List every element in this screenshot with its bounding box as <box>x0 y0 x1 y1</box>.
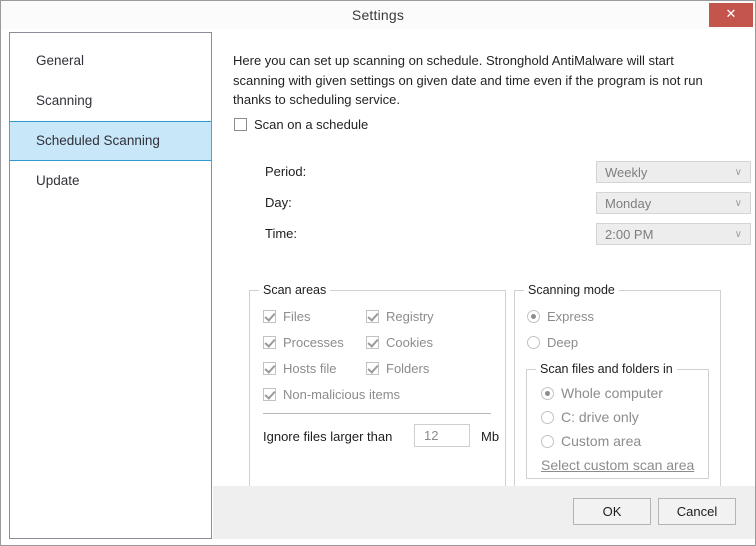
close-icon[interactable]: ✕ <box>709 3 753 27</box>
checkbox-icon <box>366 362 379 375</box>
period-label: Period: <box>265 164 307 179</box>
period-row: Period: Weekly ∨ <box>243 161 751 183</box>
checkbox-registry[interactable]: Registry <box>366 309 434 324</box>
chevron-down-icon: ∨ <box>734 229 742 240</box>
period-value: Weekly <box>605 165 648 180</box>
ignore-files-input[interactable]: 12 <box>414 424 470 447</box>
checkbox-icon <box>263 388 276 401</box>
radio-icon <box>527 336 540 349</box>
ok-button[interactable]: OK <box>573 498 651 525</box>
checkbox-label: Cookies <box>386 335 433 350</box>
radio-label: Deep <box>547 335 579 350</box>
checkbox-icon <box>263 336 276 349</box>
scan-on-schedule-label: Scan on a schedule <box>254 117 369 132</box>
radio-label: Express <box>547 309 594 324</box>
radio-c-drive-only[interactable]: C: drive only <box>541 409 639 425</box>
checkbox-label: Hosts file <box>283 361 337 376</box>
radio-icon <box>541 387 554 400</box>
title-bar: Settings ✕ <box>1 1 755 29</box>
radio-label: Custom area <box>561 433 642 449</box>
radio-express[interactable]: Express <box>527 309 594 324</box>
time-value: 2:00 PM <box>605 227 654 242</box>
checkbox-icon <box>366 336 379 349</box>
checkbox-non-malicious-items[interactable]: Non-malicious items <box>263 387 400 402</box>
scan-areas-group: Scan areas Files Registry Processes Cook… <box>249 283 506 496</box>
window-title: Settings <box>351 7 405 23</box>
checkbox-label: Folders <box>386 361 430 376</box>
time-row: Time: 2:00 PM ∨ <box>243 223 751 245</box>
scan-areas-legend: Scan areas <box>259 283 331 297</box>
cancel-button[interactable]: Cancel <box>658 498 736 525</box>
scan-files-group: Scan files and folders in Whole computer… <box>526 362 709 479</box>
time-dropdown[interactable]: 2:00 PM ∨ <box>596 223 751 245</box>
checkbox-cookies[interactable]: Cookies <box>366 335 433 350</box>
checkbox-label: Files <box>283 309 311 324</box>
checkbox-label: Non-malicious items <box>283 387 401 402</box>
scan-files-legend: Scan files and folders in <box>536 362 677 376</box>
checkbox-icon <box>234 118 247 131</box>
day-dropdown[interactable]: Monday ∨ <box>596 192 751 214</box>
period-dropdown[interactable]: Weekly ∨ <box>596 161 751 183</box>
ignore-files-label: Ignore files larger than <box>263 429 393 444</box>
settings-dialog: Settings ✕ General Scanning Scheduled Sc… <box>0 0 756 546</box>
day-value: Monday <box>605 196 652 211</box>
checkbox-files[interactable]: Files <box>263 309 310 324</box>
settings-sidebar: General Scanning Scheduled Scanning Upda… <box>9 32 212 539</box>
day-label: Day: <box>265 195 292 210</box>
day-row: Day: Monday ∨ <box>243 192 751 214</box>
sidebar-item-update[interactable]: Update <box>10 161 211 201</box>
checkbox-icon <box>263 310 276 323</box>
time-label: Time: <box>265 226 298 241</box>
ignore-files-value: 12 <box>424 428 439 443</box>
sidebar-item-general[interactable]: General <box>10 41 211 81</box>
radio-custom-area[interactable]: Custom area <box>541 433 641 449</box>
radio-label: Whole computer <box>561 385 663 401</box>
scanning-mode-legend: Scanning mode <box>524 283 619 297</box>
checkbox-label: Processes <box>283 335 344 350</box>
select-custom-scan-area-link[interactable]: Select custom scan area <box>541 457 694 473</box>
checkbox-label: Registry <box>386 309 434 324</box>
scan-on-schedule-checkbox[interactable]: Scan on a schedule <box>234 117 368 135</box>
scanning-mode-group: Scanning mode Express Deep Scan files an… <box>514 283 721 496</box>
radio-icon <box>541 411 554 424</box>
sidebar-item-scheduled-scanning[interactable]: Scheduled Scanning <box>10 121 211 161</box>
radio-icon <box>541 435 554 448</box>
dialog-footer: OK Cancel <box>213 486 755 539</box>
checkbox-icon <box>366 310 379 323</box>
sidebar-item-scanning[interactable]: Scanning <box>10 81 211 121</box>
radio-icon <box>527 310 540 323</box>
chevron-down-icon: ∨ <box>734 198 742 209</box>
checkbox-processes[interactable]: Processes <box>263 335 344 350</box>
dialog-body: General Scanning Scheduled Scanning Upda… <box>1 29 755 545</box>
ignore-files-unit: Mb <box>481 429 500 444</box>
radio-label: C: drive only <box>561 409 639 425</box>
checkbox-hosts-file[interactable]: Hosts file <box>263 361 336 376</box>
chevron-down-icon: ∨ <box>734 167 742 178</box>
radio-deep[interactable]: Deep <box>527 335 578 350</box>
checkbox-folders[interactable]: Folders <box>366 361 429 376</box>
divider <box>263 413 491 414</box>
checkbox-icon <box>263 362 276 375</box>
radio-whole-computer[interactable]: Whole computer <box>541 385 663 401</box>
page-description: Here you can set up scanning on schedule… <box>233 53 703 107</box>
